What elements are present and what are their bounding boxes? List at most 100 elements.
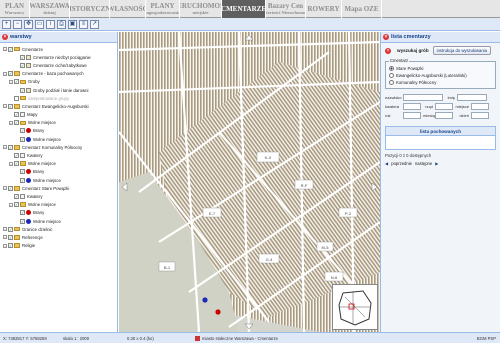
- layer-row[interactable]: − ✓ Cmentarz Stare Powązki: [3, 184, 115, 192]
- layer-row[interactable]: − ✓ Cmentarze: [3, 45, 115, 53]
- quarter-field[interactable]: [403, 103, 421, 110]
- expand-toggle-icon[interactable]: −: [9, 202, 13, 207]
- layer-row[interactable]: ✓ Cmentarze niezbyt pociąganie: [3, 53, 115, 61]
- layer-row[interactable]: − ✓ Wolne miejsce: [3, 119, 115, 127]
- layer-checkbox[interactable]: ✓: [14, 161, 19, 167]
- free-place-marker[interactable]: [202, 297, 208, 303]
- layer-row[interactable]: ✓ Groby podział i tanie darowni: [3, 86, 115, 94]
- layer-row[interactable]: − ✓ Wolne miejsce: [3, 201, 115, 209]
- layer-checkbox[interactable]: ✓: [20, 210, 25, 216]
- tab-własność[interactable]: WŁASNOŚĆ: [110, 0, 146, 18]
- layer-checkbox[interactable]: ✓: [20, 87, 25, 93]
- year-field[interactable]: [403, 112, 421, 119]
- tab-warszawa[interactable]: WARSZAWA dzisiaj: [30, 0, 70, 18]
- layer-row[interactable]: − ✓ Religie: [3, 242, 115, 250]
- extent-icon[interactable]: ▣: [68, 19, 77, 29]
- cemetery-option[interactable]: Komunalny Północny: [389, 79, 492, 86]
- layer-checkbox[interactable]: ✓: [8, 185, 13, 191]
- layer-checkbox[interactable]: ✓: [20, 136, 25, 142]
- expand-toggle-icon[interactable]: −: [3, 243, 7, 248]
- layer-checkbox[interactable]: ✓: [14, 202, 19, 208]
- expand-toggle-icon[interactable]: −: [3, 227, 7, 232]
- overview-map[interactable]: [332, 284, 378, 330]
- pan-icon[interactable]: ✥: [24, 19, 33, 29]
- cemetery-option[interactable]: Ewangelicko-Augsburski (Luterański): [389, 72, 492, 79]
- layer-checkbox[interactable]: ✓: [8, 243, 13, 249]
- tab-nieruchomości[interactable]: NIERUCHOMOŚCImiejskie: [180, 0, 222, 18]
- measure-icon[interactable]: ▭: [35, 19, 44, 29]
- layer-row[interactable]: ✓ Wolne miejsce: [3, 135, 115, 143]
- expand-toggle-icon[interactable]: −: [9, 120, 13, 125]
- expand-toggle-icon[interactable]: −: [3, 104, 7, 109]
- layer-checkbox[interactable]: ✓: [8, 103, 13, 109]
- layer-checkbox[interactable]: ✓: [14, 120, 19, 126]
- expand-toggle-icon[interactable]: −: [3, 145, 7, 150]
- layer-checkbox[interactable]: [14, 95, 19, 101]
- print-icon[interactable]: ⎙: [57, 19, 66, 29]
- surname-field[interactable]: [403, 94, 443, 101]
- layer-checkbox[interactable]: ✓: [14, 112, 19, 118]
- layer-row[interactable]: ✓ Brany: [3, 209, 115, 217]
- layer-checkbox[interactable]: ✓: [20, 54, 25, 60]
- layer-row[interactable]: ✓ Wolne miejsce: [3, 217, 115, 225]
- layer-checkbox[interactable]: ✓: [20, 177, 25, 183]
- layer-row[interactable]: − ✓ Wolne miejsce: [3, 160, 115, 168]
- layer-checkbox[interactable]: ✓: [20, 128, 25, 134]
- layer-row[interactable]: ✓ Kwatery: [3, 151, 115, 159]
- layer-row[interactable]: − ✓ Granice dzielnic: [3, 225, 115, 233]
- layer-row[interactable]: − ✓ Groby: [3, 78, 115, 86]
- layer-row[interactable]: − ✓ Referencje: [3, 233, 115, 241]
- expand-toggle-icon[interactable]: −: [3, 186, 7, 191]
- tab-rowery[interactable]: ROWERY: [306, 0, 342, 18]
- expand-toggle-icon[interactable]: −: [3, 47, 7, 52]
- layer-row[interactable]: ✓ Wolne miejsce: [3, 176, 115, 184]
- prev-icon[interactable]: ◀: [385, 161, 388, 166]
- search-grave-label[interactable]: wyszukaj grób: [397, 48, 429, 53]
- layer-checkbox[interactable]: ✓: [8, 234, 13, 240]
- chart-icon[interactable]: ↗: [90, 19, 99, 29]
- layer-row[interactable]: ✓ Brany: [3, 168, 115, 176]
- layer-row[interactable]: ✓ Brany: [3, 127, 115, 135]
- next-link[interactable]: następne: [415, 161, 432, 166]
- layer-checkbox[interactable]: ✓: [20, 218, 25, 224]
- tab-cmentarze[interactable]: CMENTARZE: [222, 0, 266, 18]
- radio-button[interactable]: [389, 66, 394, 71]
- layer-checkbox[interactable]: ✓: [8, 144, 13, 150]
- layers-icon[interactable]: ≡: [79, 19, 88, 29]
- layer-row[interactable]: − ✓ Cmentarz Ewangelicko-Augsburski: [3, 102, 115, 110]
- row-field[interactable]: [435, 103, 453, 110]
- close-icon[interactable]: ×: [383, 34, 389, 40]
- layer-row[interactable]: ✓ Kwatery: [3, 192, 115, 200]
- layer-checkbox[interactable]: ✓: [20, 169, 25, 175]
- layer-checkbox[interactable]: ✓: [8, 226, 13, 232]
- layer-checkbox[interactable]: ✓: [8, 71, 13, 77]
- layer-row[interactable]: − ✓ Cmentarz Komunalny Północny: [3, 143, 115, 151]
- instructions-link[interactable]: instrukcja do wyszukiwania: [432, 46, 491, 55]
- zoom-in-icon[interactable]: +: [2, 19, 11, 29]
- close-icon[interactable]: ×: [2, 34, 8, 40]
- layer-checkbox[interactable]: ✓: [20, 62, 25, 68]
- map-view[interactable]: K-X R-F M-5 N-6 G-4 E-7 B-1 P-2: [119, 32, 380, 332]
- next-icon[interactable]: ▶: [435, 161, 438, 166]
- zoom-out-icon[interactable]: −: [13, 19, 22, 29]
- layer-checkbox[interactable]: ✓: [8, 46, 13, 52]
- firstname-field[interactable]: [457, 94, 487, 101]
- layer-row[interactable]: − ✓ Cmentarze - baza pochowanych: [3, 70, 115, 78]
- tab-historyczna[interactable]: HISTORYCZNA: [70, 0, 110, 18]
- day-field[interactable]: [471, 112, 489, 119]
- month-field[interactable]: [435, 112, 453, 119]
- place-field[interactable]: [471, 103, 489, 110]
- cemetery-option[interactable]: Stare Powązki: [389, 65, 492, 72]
- layer-checkbox[interactable]: ✓: [14, 193, 19, 199]
- tab-plany[interactable]: PLANY zagospodarowania: [146, 0, 180, 18]
- layer-row[interactable]: zarejestrowane grupy: [3, 94, 115, 102]
- tab-bazary-cen[interactable]: Bazary Ceni Wartości Nieruchomości: [266, 0, 306, 18]
- layer-checkbox[interactable]: ✓: [14, 153, 19, 159]
- layer-checkbox[interactable]: ✓: [14, 79, 19, 85]
- expand-toggle-icon[interactable]: −: [9, 161, 13, 166]
- tab-plan[interactable]: PLAN Warszawy: [0, 0, 30, 18]
- expand-toggle-icon[interactable]: −: [3, 235, 7, 240]
- occupied-place-marker[interactable]: [215, 309, 221, 315]
- tab-mapa-oze[interactable]: Mapa OZE: [342, 0, 382, 18]
- prev-link[interactable]: poprzednie: [391, 161, 412, 166]
